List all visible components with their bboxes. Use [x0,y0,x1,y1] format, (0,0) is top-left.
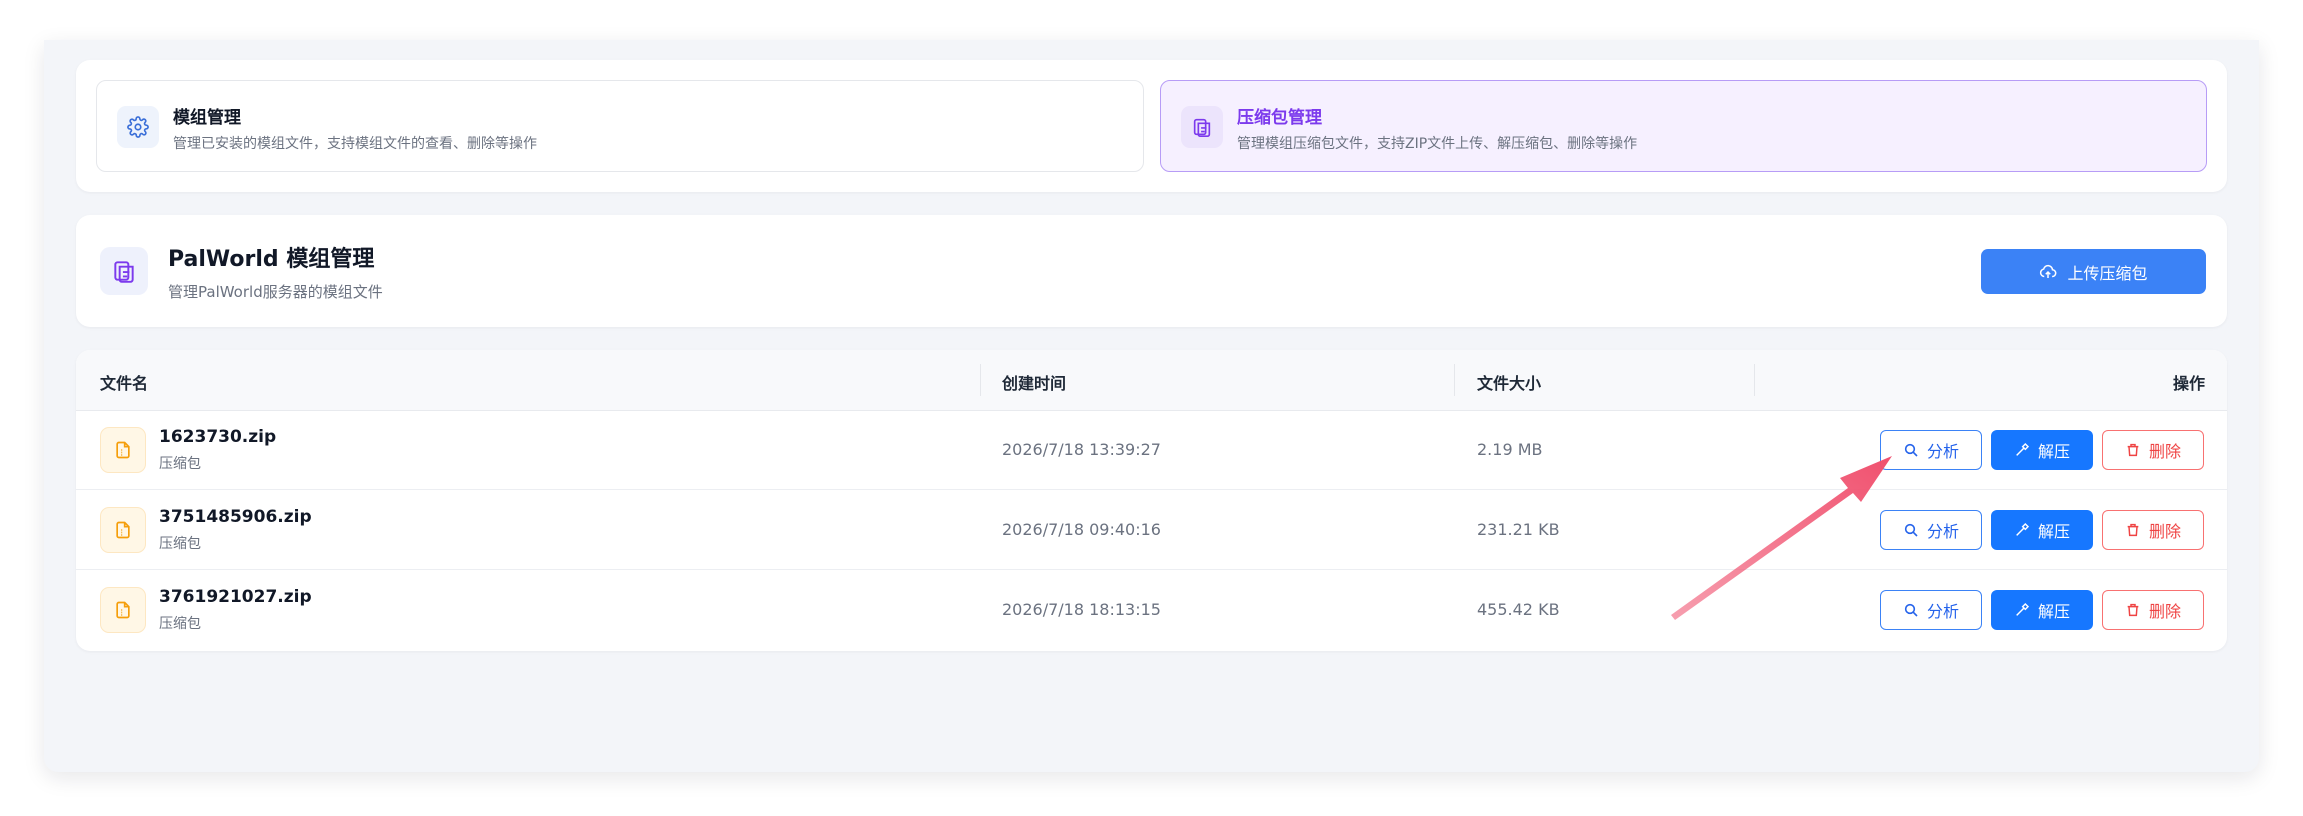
column-header-filename: 文件名 [100,374,149,393]
delete-label: 删除 [2148,522,2181,541]
tab-archive-management[interactable]: 压缩包管理 管理模组压缩包文件，支持ZIP文件上传、解压缩包、删除等操作 [1160,80,2207,172]
column-header-size: 文件大小 [1477,374,1542,393]
search-icon [1904,443,1918,457]
page-header: PalWorld 模组管理 管理PalWorld服务器的模组文件 上传压缩包 [76,215,2227,327]
analyze-button[interactable]: 分析 [1880,430,1982,470]
tab-panel: 模组管理 管理已安装的模组文件，支持模组文件的查看、删除等操作 压缩包管理 管理… [76,60,2227,192]
file-size: 455.42 KB [1477,600,1560,619]
table-header: 文件名 创建时间 文件大小 操作 [76,350,2227,411]
file-size: 2.19 MB [1477,440,1543,459]
column-separator [980,364,981,396]
analyze-button[interactable]: 分析 [1880,510,1982,550]
analyze-button[interactable]: 分析 [1880,590,1982,630]
analyze-label: 分析 [1926,442,1959,461]
tab-title: 压缩包管理 [1237,108,1322,128]
search-icon [1904,523,1918,537]
file-name: 3751485906.zip [159,507,312,527]
analyze-label: 分析 [1926,522,1959,541]
delete-button[interactable]: 删除 [2102,590,2204,630]
delete-label: 删除 [2148,602,2181,621]
clipboard-files-icon [100,247,148,295]
extract-button[interactable]: 解压 [1991,510,2093,550]
gear-icon [117,106,159,148]
file-name: 3761921027.zip [159,587,312,607]
search-icon [1904,603,1918,617]
extract-button[interactable]: 解压 [1991,590,2093,630]
file-archive-icon [100,587,146,633]
page-title: PalWorld 模组管理 [168,247,375,272]
extract-label: 解压 [2037,602,2070,621]
clipboard-files-icon [1181,106,1223,148]
file-archive-icon [100,507,146,553]
file-size: 231.21 KB [1477,520,1560,539]
delete-button[interactable]: 删除 [2102,510,2204,550]
file-type: 压缩包 [159,616,201,632]
delete-label: 删除 [2148,442,2181,461]
extract-label: 解压 [2037,442,2070,461]
extract-button[interactable]: 解压 [1991,430,2093,470]
hammer-icon [2016,442,2030,456]
file-archive-icon [100,427,146,473]
column-header-actions: 操作 [2172,374,2205,393]
trash-icon [2127,523,2139,537]
page-subtitle: 管理PalWorld服务器的模组文件 [168,283,383,301]
archive-table: 文件名 创建时间 文件大小 操作 1623730.zip 压缩包 2026/7/… [76,350,2227,651]
tab-description: 管理模组压缩包文件，支持ZIP文件上传、解压缩包、删除等操作 [1237,136,1638,152]
table-row: 3751485906.zip 压缩包 2026/7/18 09:40:16 23… [76,490,2227,570]
created-time: 2026/7/18 09:40:16 [1002,520,1161,539]
delete-button[interactable]: 删除 [2102,430,2204,470]
tab-title: 模组管理 [173,108,241,128]
trash-icon [2127,603,2139,617]
table-row: 1623730.zip 压缩包 2026/7/18 13:39:27 2.19 … [76,410,2227,490]
upload-archive-button[interactable]: 上传压缩包 [1981,249,2206,294]
cloud-upload-icon [2040,264,2057,278]
created-time: 2026/7/18 18:13:15 [1002,600,1161,619]
extract-label: 解压 [2037,522,2070,541]
tab-mod-management[interactable]: 模组管理 管理已安装的模组文件，支持模组文件的查看、删除等操作 [96,80,1144,172]
trash-icon [2127,443,2139,457]
hammer-icon [2016,522,2030,536]
hammer-icon [2016,602,2030,616]
analyze-label: 分析 [1926,602,1959,621]
column-header-created: 创建时间 [1002,374,1067,393]
upload-archive-label: 上传压缩包 [2067,263,2148,283]
file-type: 压缩包 [159,536,201,552]
file-type: 压缩包 [159,456,201,472]
column-separator [1754,364,1755,396]
table-row: 3761921027.zip 压缩包 2026/7/18 18:13:15 45… [76,570,2227,650]
app-window: 模组管理 管理已安装的模组文件，支持模组文件的查看、删除等操作 压缩包管理 管理… [44,40,2259,772]
tab-description: 管理已安装的模组文件，支持模组文件的查看、删除等操作 [173,136,537,152]
created-time: 2026/7/18 13:39:27 [1002,440,1161,459]
column-separator [1454,364,1455,396]
file-name: 1623730.zip [159,427,277,447]
